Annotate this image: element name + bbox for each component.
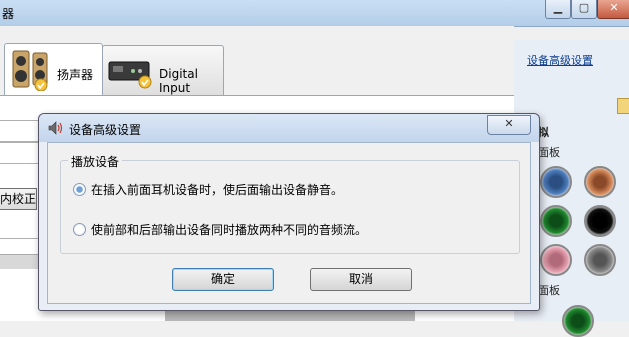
dual-stream-radio[interactable] <box>73 223 86 236</box>
dual-stream-label[interactable]: 使前部和后部输出设备同时播放两种不同的音频流。 <box>91 221 367 238</box>
folder-icon <box>617 98 629 114</box>
ok-button[interactable]: 确定 <box>172 268 274 291</box>
left-scroll-strip <box>0 254 40 269</box>
front-panel-label: 面板 <box>538 146 560 159</box>
mute-rear-radio[interactable] <box>73 183 86 196</box>
jack-gray[interactable] <box>584 244 616 276</box>
background-window-title: 器 <box>2 7 15 21</box>
jack-green-rear[interactable] <box>562 305 594 337</box>
dialog-close-button[interactable]: ✕ <box>487 115 531 135</box>
maximize-button[interactable]: ▢ <box>571 0 597 19</box>
minimize-icon: ▁ <box>553 1 563 14</box>
speaker-icon <box>12 50 48 91</box>
room-correction-label: 内校正 <box>0 192 37 206</box>
tab-speakers-label: 扬声器 <box>57 68 94 82</box>
tab-digital-input-label: Digital Input <box>159 67 198 95</box>
maximize-icon: ▢ <box>578 1 590 14</box>
room-correction-button[interactable]: 内校正 <box>0 188 37 210</box>
close-icon: ✕ <box>504 117 514 130</box>
close-button[interactable]: ✕ <box>597 0 629 19</box>
jack-orange[interactable] <box>584 166 616 198</box>
jack-green[interactable] <box>540 205 572 237</box>
speaker-volume-icon <box>48 121 63 135</box>
playback-device-group <box>60 160 520 254</box>
dialog-titlebar: 设备高级设置 ✕ <box>39 114 539 142</box>
advanced-settings-dialog: 设备高级设置 ✕ 播放设备 在插入前面耳机设备时，使后面输出设备静音。 使前部和… <box>38 113 540 311</box>
jack-blue[interactable] <box>540 166 572 198</box>
advanced-settings-link[interactable]: 设备高级设置 <box>527 52 593 68</box>
tab-speakers[interactable]: 扬声器 <box>4 43 103 97</box>
rear-panel-label: 面板 <box>538 284 560 297</box>
playback-device-group-title: 播放设备 <box>68 153 123 170</box>
cancel-button[interactable]: 取消 <box>310 268 412 291</box>
left-row <box>0 142 41 164</box>
jack-pink[interactable] <box>540 244 572 276</box>
digital-input-icon <box>108 61 152 89</box>
minimize-button[interactable]: ▁ <box>545 0 571 19</box>
tab-digital-input[interactable]: Digital Input <box>102 45 224 96</box>
background-titlebar: 器 <box>0 0 629 27</box>
left-row <box>0 120 41 142</box>
mute-rear-label[interactable]: 在插入前面耳机设备时，使后面输出设备静音。 <box>91 181 343 198</box>
jack-black[interactable] <box>584 205 616 237</box>
dialog-client-area: 播放设备 在插入前面耳机设备时，使后面输出设备静音。 使前部和后部输出设备同时播… <box>47 142 531 304</box>
dialog-title: 设备高级设置 <box>69 123 142 137</box>
close-icon: ✕ <box>609 1 619 14</box>
